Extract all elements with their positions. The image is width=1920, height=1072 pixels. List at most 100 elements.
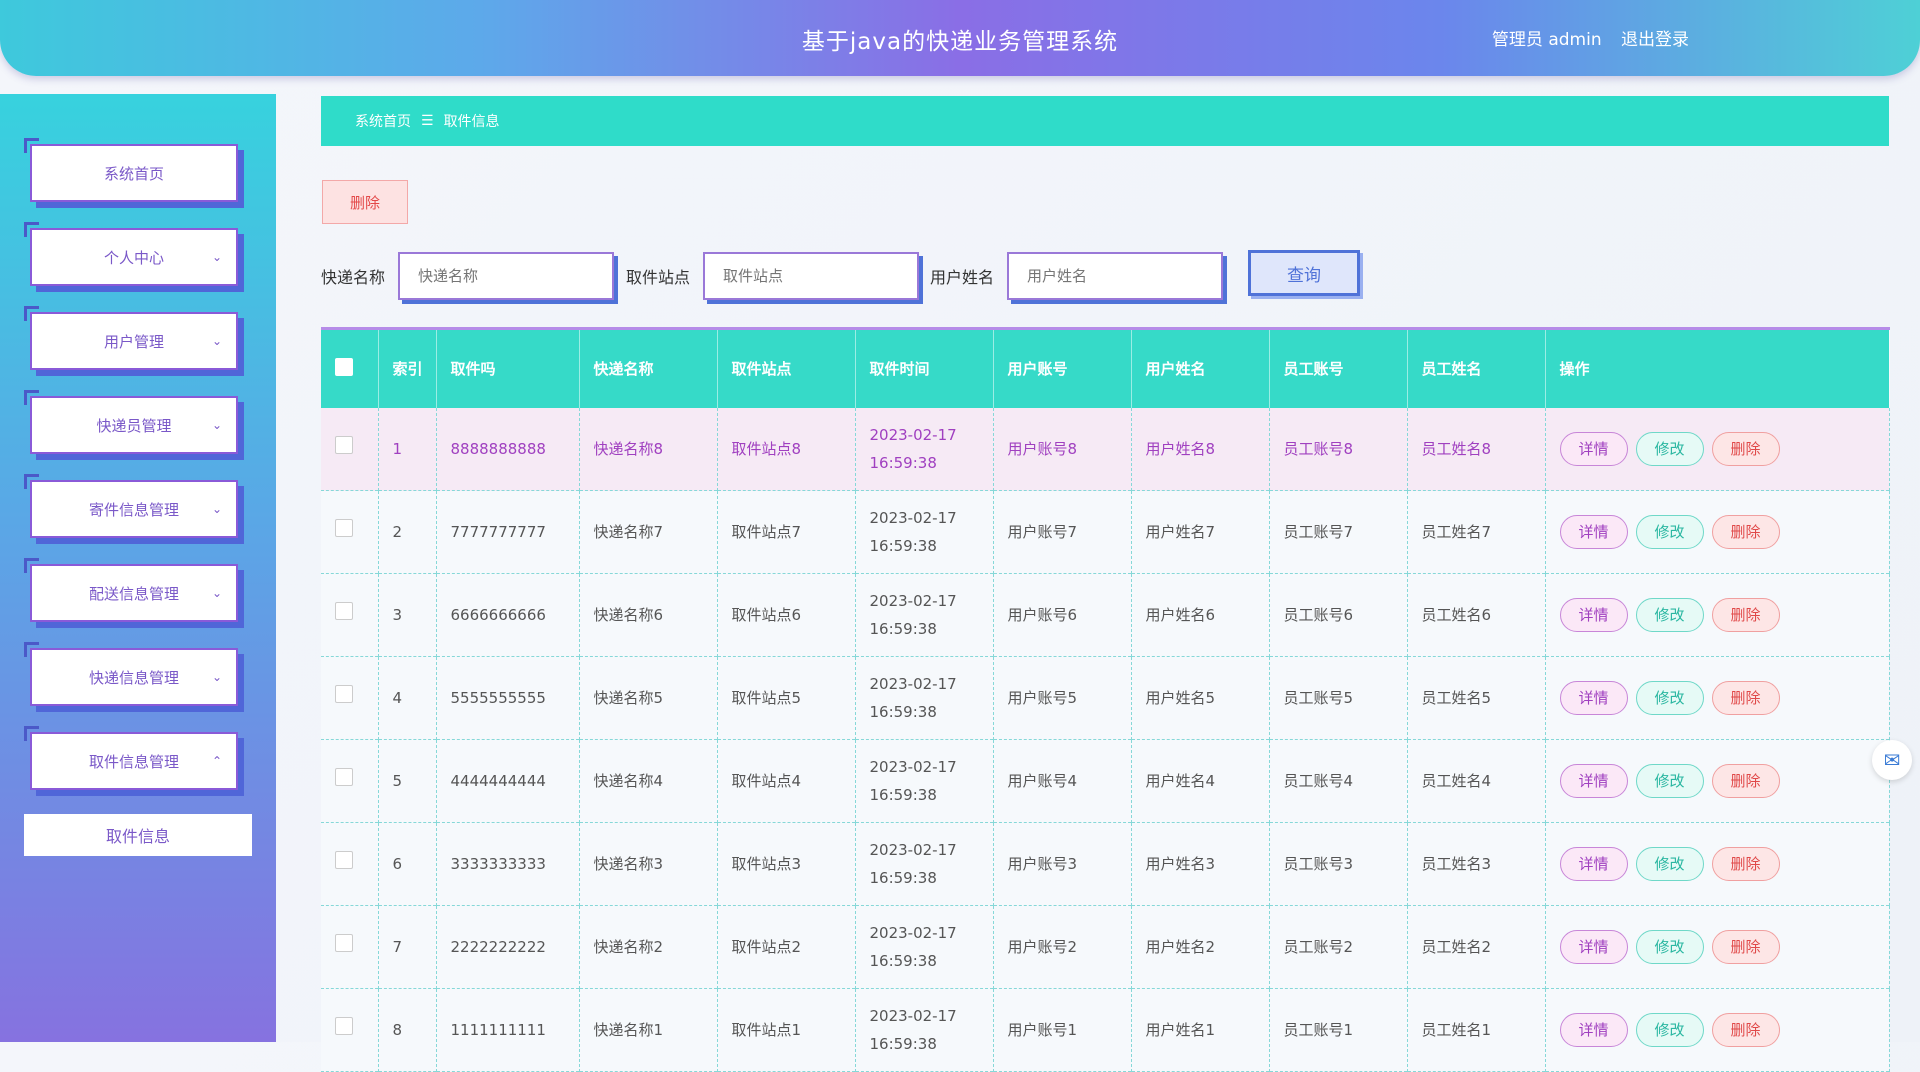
table-cell-name: 快递名称7: [579, 490, 718, 574]
sidebar-item-delivery-info-management[interactable]: 配送信息管理 ⌄: [24, 558, 238, 622]
row-actions: 详情 修改 删除: [1545, 739, 1890, 823]
detail-button[interactable]: 详情: [1559, 431, 1628, 466]
table-cell-staff: 员工账号5: [1269, 656, 1408, 740]
batch-delete-button[interactable]: 删除: [322, 180, 408, 224]
table-cell-time: 2023-02-17 16:59:38: [855, 656, 994, 740]
pickup-info-table: 索引 取件吗 快递名称 取件站点 取件时间 用户账号 用户姓名 员工账号 员工姓…: [321, 327, 1890, 1072]
table-cell-account: 用户账号7: [993, 490, 1132, 574]
row-checkbox[interactable]: [335, 685, 353, 703]
sidebar-item-label: 取件信息管理: [88, 752, 179, 771]
table-cell-account: 用户账号2: [993, 905, 1132, 989]
table-cell-name: 快递名称4: [579, 739, 718, 823]
edit-button[interactable]: 修改: [1635, 598, 1704, 632]
sidebar-item-send-info-management[interactable]: 寄件信息管理 ⌄: [24, 474, 238, 538]
submenu-item-pickup-info[interactable]: 取件信息: [24, 814, 252, 856]
detail-button[interactable]: 详情: [1559, 847, 1628, 881]
table-cell-account: 用户账号1: [993, 988, 1132, 1072]
detail-button[interactable]: 详情: [1559, 930, 1628, 964]
edit-button[interactable]: 修改: [1635, 847, 1704, 881]
table-cell-time: 2023-02-17 16:59:38: [855, 490, 994, 574]
user-area: 管理员 admin 退出登录: [1492, 25, 1689, 50]
row-checkbox[interactable]: [335, 851, 353, 869]
chevron-down-icon: ⌄: [211, 418, 222, 432]
row-select-cell: [321, 988, 379, 1072]
row-checkbox[interactable]: [335, 934, 353, 952]
sidebar-item-express-info-management[interactable]: 快递信息管理 ⌄: [24, 642, 238, 706]
row-checkbox[interactable]: [335, 435, 353, 454]
query-button[interactable]: 查询: [1248, 250, 1360, 296]
table-cell-name: 快递名称5: [579, 656, 718, 740]
column-header: 索引: [378, 328, 437, 408]
table-cell-sname: 员工姓名5: [1407, 656, 1546, 740]
detail-button[interactable]: 详情: [1559, 515, 1628, 549]
table-cell-name: 快递名称2: [579, 905, 718, 989]
table-cell-account: 用户账号3: [993, 822, 1132, 906]
edit-button[interactable]: 修改: [1635, 515, 1704, 549]
column-header: 员工账号: [1269, 328, 1408, 408]
table-cell-account: 用户账号6: [993, 573, 1132, 657]
edit-button[interactable]: 修改: [1635, 930, 1704, 964]
search-user-label: 用户姓名: [930, 268, 995, 287]
sidebar-item-courier-management[interactable]: 快递员管理 ⌄: [24, 390, 238, 454]
sidebar: 系统首页 个人中心 ⌄ 用户管理 ⌄ 快递员管理 ⌄ 寄件信息管理 ⌄ 配送信息…: [0, 94, 276, 1042]
delete-button[interactable]: 删除: [1711, 681, 1780, 715]
table-row: 4 5555555555 快递名称5 取件站点5 2023-02-17 16:59:38…: [321, 656, 1890, 740]
select-all-cell: [321, 328, 379, 408]
sidebar-item-pickup-info-management[interactable]: 取件信息管理 ⌃: [24, 726, 238, 790]
row-checkbox[interactable]: [335, 1017, 353, 1035]
table-cell-name: 快递名称1: [579, 988, 718, 1072]
sidebar-item-label: 系统首页: [103, 164, 164, 183]
search-name-input[interactable]: [398, 252, 614, 300]
sidebar-item-label: 配送信息管理: [88, 584, 179, 603]
table-cell-staff: 员工账号1: [1269, 988, 1408, 1072]
detail-button[interactable]: 详情: [1559, 681, 1628, 715]
delete-button[interactable]: 删除: [1711, 431, 1780, 466]
table-cell-site: 取件站点7: [717, 490, 856, 574]
detail-button[interactable]: 详情: [1559, 764, 1628, 798]
sidebar-item-personal-center[interactable]: 个人中心 ⌄: [24, 222, 238, 286]
table-cell-staff: 员工账号6: [1269, 573, 1408, 657]
table-cell-uname: 用户姓名3: [1131, 822, 1270, 906]
table-cell-uname: 用户姓名1: [1131, 988, 1270, 1072]
column-header: 取件吗: [436, 328, 580, 408]
breadcrumb-home[interactable]: 系统首页: [355, 111, 411, 131]
help-chat-icon[interactable]: ✉: [1872, 740, 1912, 780]
search-site-input[interactable]: [703, 252, 919, 300]
logout-link[interactable]: 退出登录: [1621, 30, 1689, 50]
sidebar-item-user-management[interactable]: 用户管理 ⌄: [24, 306, 238, 370]
table-cell-name: 快递名称8: [579, 407, 718, 491]
delete-button[interactable]: 删除: [1711, 930, 1780, 964]
delete-button[interactable]: 删除: [1711, 764, 1780, 798]
edit-button[interactable]: 修改: [1635, 431, 1704, 466]
table-cell-index: 5: [378, 739, 437, 823]
table-cell-index: 3: [378, 573, 437, 657]
table-cell-uname: 用户姓名2: [1131, 905, 1270, 989]
edit-button[interactable]: 修改: [1635, 764, 1704, 798]
row-checkbox[interactable]: [335, 768, 353, 786]
search-user-input[interactable]: [1007, 252, 1223, 300]
delete-button[interactable]: 删除: [1711, 847, 1780, 881]
table-cell-code: 7777777777: [436, 490, 580, 574]
select-all-checkbox[interactable]: [335, 357, 353, 376]
table-cell-code: 4444444444: [436, 739, 580, 823]
row-select-cell: [321, 573, 379, 657]
row-checkbox[interactable]: [335, 519, 353, 537]
table-cell-sname: 员工姓名8: [1407, 407, 1546, 491]
row-checkbox[interactable]: [335, 602, 353, 620]
table-cell-sname: 员工姓名7: [1407, 490, 1546, 574]
edit-button[interactable]: 修改: [1635, 681, 1704, 715]
delete-button[interactable]: 删除: [1711, 515, 1780, 549]
table-cell-code: 8888888888: [436, 407, 580, 491]
top-header: 基于java的快递业务管理系统 管理员 admin 退出登录: [0, 0, 1920, 76]
table-cell-site: 取件站点2: [717, 905, 856, 989]
table-cell-time: 2023-02-17 16:59:38: [855, 822, 994, 906]
sidebar-item-label: 用户管理: [103, 332, 164, 351]
table-cell-uname: 用户姓名5: [1131, 656, 1270, 740]
column-header: 用户账号: [993, 328, 1132, 408]
detail-button[interactable]: 详情: [1559, 598, 1628, 632]
breadcrumb: 系统首页 ☰ 取件信息: [321, 96, 1889, 146]
table-cell-index: 1: [378, 407, 437, 491]
column-header: 取件站点: [717, 328, 856, 408]
sidebar-item-home[interactable]: 系统首页: [24, 138, 238, 202]
delete-button[interactable]: 删除: [1711, 598, 1780, 632]
